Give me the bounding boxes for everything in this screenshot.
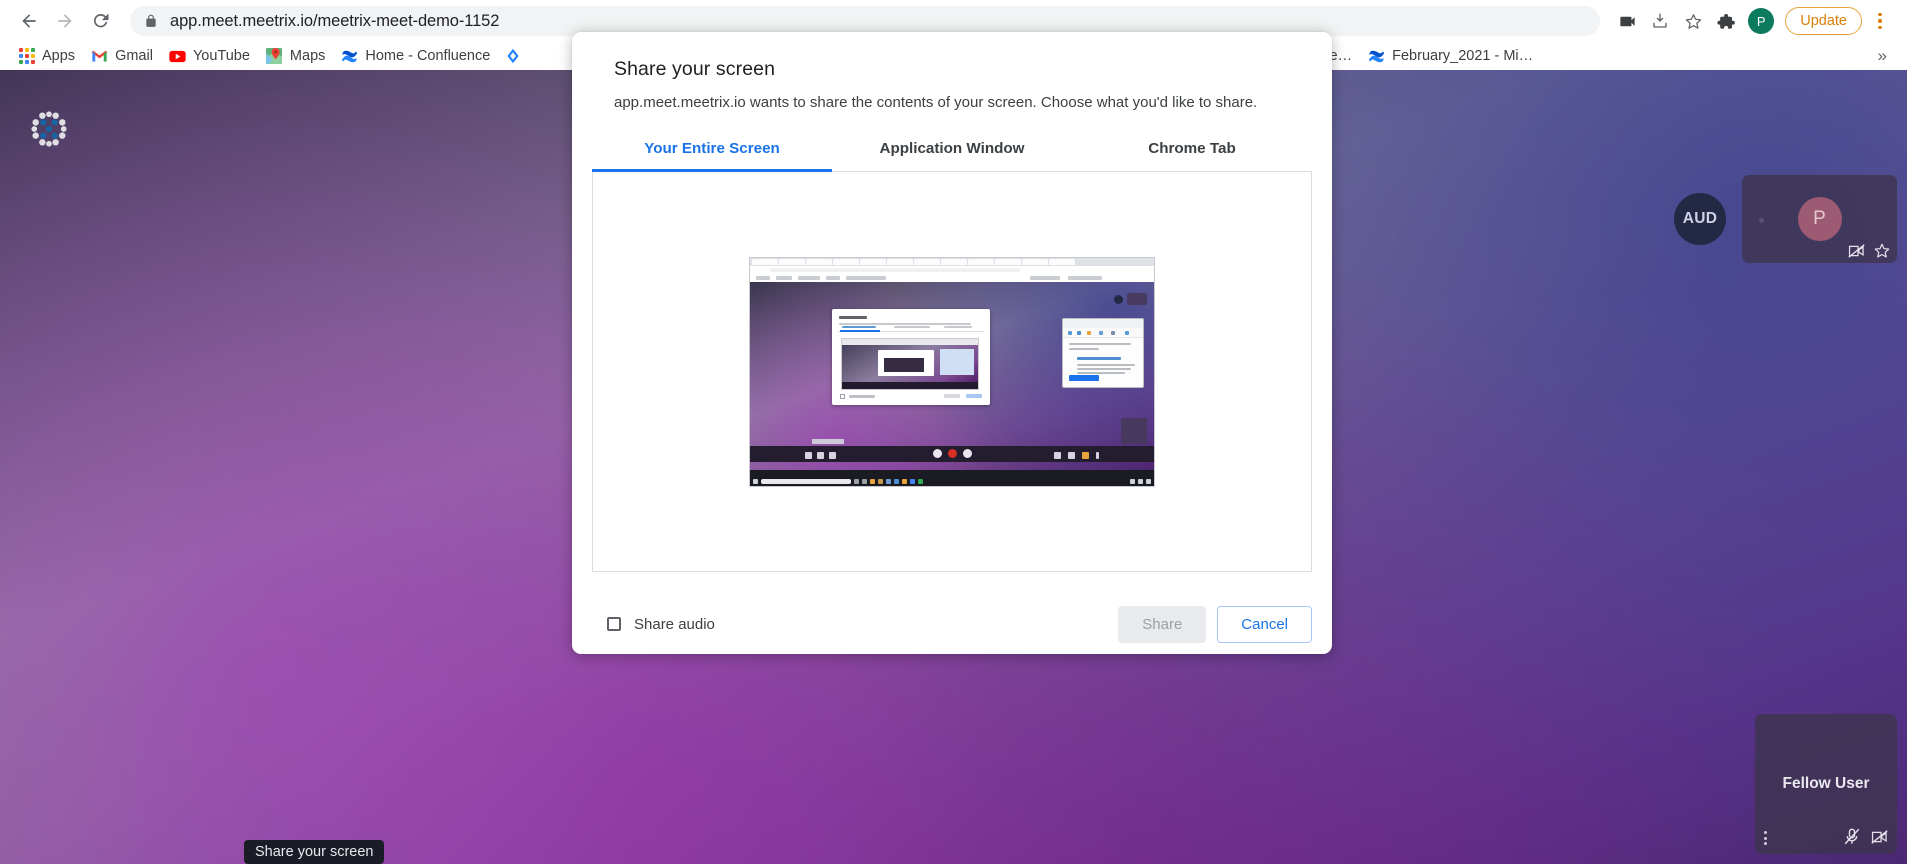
thumbnail-taskbar	[750, 477, 1154, 486]
bookmark-home-confluence-label: Home - Confluence	[365, 48, 491, 64]
bookmark-february-2021[interactable]: February_2021 - Mi…	[1360, 44, 1541, 68]
update-button-label: Update	[1800, 13, 1847, 29]
forward-button[interactable]	[50, 6, 80, 36]
extensions-puzzle-icon[interactable]	[1711, 6, 1741, 36]
entire-screen-thumbnail[interactable]	[749, 256, 1155, 487]
share-button[interactable]: Share	[1118, 605, 1207, 643]
google-maps-icon	[266, 48, 283, 65]
profile-avatar[interactable]: P	[1748, 8, 1775, 34]
share-audio-checkbox[interactable]: Share audio	[594, 616, 715, 633]
screen: AUD P Fellow User Share your screen app.…	[0, 0, 1907, 864]
three-dot-menu-icon[interactable]	[1867, 6, 1893, 36]
profile-avatar-initial: P	[1756, 13, 1766, 29]
dialog-tabs: Your Entire Screen Application Window Ch…	[592, 133, 1312, 172]
participant-tile-fellow-user-label: Fellow User	[1782, 775, 1870, 792]
youtube-icon	[169, 48, 186, 65]
thumbnail-share-audio-checkbox	[840, 393, 845, 399]
bookmark-february-2021-label: February_2021 - Mi…	[1392, 48, 1534, 64]
bookmark-apps-label: Apps	[42, 48, 76, 64]
address-bar-url: app.meet.meetrix.io/meetrix-meet-demo-11…	[170, 11, 500, 30]
participant-tile-fellow-user[interactable]: Fellow User	[1755, 714, 1897, 854]
thumbnail-participant-tile	[1127, 292, 1147, 305]
thumbnail-omnibox	[750, 265, 1154, 274]
bookmark-gmail[interactable]: Gmail	[83, 44, 161, 68]
connection-dot-icon	[1759, 218, 1764, 223]
participant-avatar-aud[interactable]: AUD	[1674, 193, 1726, 245]
checkbox-icon[interactable]	[607, 617, 621, 631]
participant-tile-p[interactable]: P	[1742, 175, 1897, 263]
gmail-icon	[91, 48, 108, 65]
avatar: P	[1797, 197, 1842, 241]
bookmark-maps[interactable]: Maps	[258, 44, 333, 68]
back-button[interactable]	[14, 6, 44, 36]
tab-application-window[interactable]: Application Window	[832, 133, 1072, 171]
thumbnail-bookmarks	[750, 273, 1154, 282]
mic-off-icon	[1844, 828, 1860, 845]
bookmarks-overflow-button[interactable]: »	[1868, 46, 1897, 66]
video-camera-icon[interactable]	[1612, 6, 1642, 36]
tile-more-menu-icon[interactable]	[1764, 831, 1767, 845]
share-screen-tooltip: Share your screen	[244, 840, 385, 864]
camera-off-icon	[1871, 829, 1888, 844]
tab-your-entire-screen[interactable]: Your Entire Screen	[592, 133, 832, 171]
dialog-title: Share your screen	[614, 58, 776, 80]
thumbnail-nested-preview	[841, 337, 979, 390]
toolbar-icon-group: P Update	[1612, 6, 1893, 36]
thumbnail-meeting-stage	[750, 281, 1154, 470]
tab-chrome-tab[interactable]: Chrome Tab	[1072, 133, 1312, 171]
apps-grid-icon	[18, 48, 35, 65]
meetrix-logo	[30, 110, 68, 148]
download-icon[interactable]	[1645, 6, 1675, 36]
share-screen-dialog: Share your screen app.meet.meetrix.io wa…	[572, 32, 1332, 654]
update-button[interactable]: Update	[1785, 7, 1862, 35]
participant-tile-p-initial: P	[1813, 208, 1826, 229]
thumbnail-aud-avatar	[1114, 294, 1123, 304]
dialog-actions: Share Cancel	[1118, 605, 1312, 643]
reload-button[interactable]	[86, 6, 116, 36]
star-icon[interactable]	[1678, 6, 1708, 36]
bookmark-maps-label: Maps	[289, 48, 326, 64]
lock-icon	[144, 14, 158, 28]
share-audio-label: Share audio	[634, 615, 715, 633]
dialog-subtitle: app.meet.meetrix.io wants to share the c…	[614, 94, 1258, 111]
camera-off-icon	[1848, 244, 1865, 258]
bookmark-youtube[interactable]: YouTube	[161, 44, 258, 68]
dialog-footer: Share audio Share Cancel	[592, 594, 1312, 654]
bookmark-home-confluence[interactable]: Home - Confluence	[333, 44, 498, 68]
jira-icon	[504, 48, 521, 65]
star-icon[interactable]	[1874, 243, 1890, 259]
thumbnail-fellow-user-tile	[1121, 417, 1147, 444]
thumbnail-tabstrip	[750, 257, 1154, 266]
bookmark-gmail-label: Gmail	[115, 48, 153, 64]
thumbnail-app-window	[1062, 317, 1144, 388]
confluence-icon	[1368, 48, 1385, 65]
thumbnail-nameplate	[812, 438, 844, 444]
thumbnail-share-dialog	[832, 308, 990, 405]
screen-preview-area	[592, 172, 1312, 572]
cancel-button[interactable]: Cancel	[1217, 605, 1312, 643]
bookmark-apps[interactable]: Apps	[10, 44, 83, 68]
share-screen-tooltip-label: Share your screen	[255, 844, 374, 860]
confluence-icon	[341, 48, 358, 65]
participant-avatar-aud-label: AUD	[1682, 210, 1718, 227]
bookmark-youtube-label: YouTube	[192, 48, 250, 64]
bookmark-jira[interactable]	[498, 44, 527, 68]
